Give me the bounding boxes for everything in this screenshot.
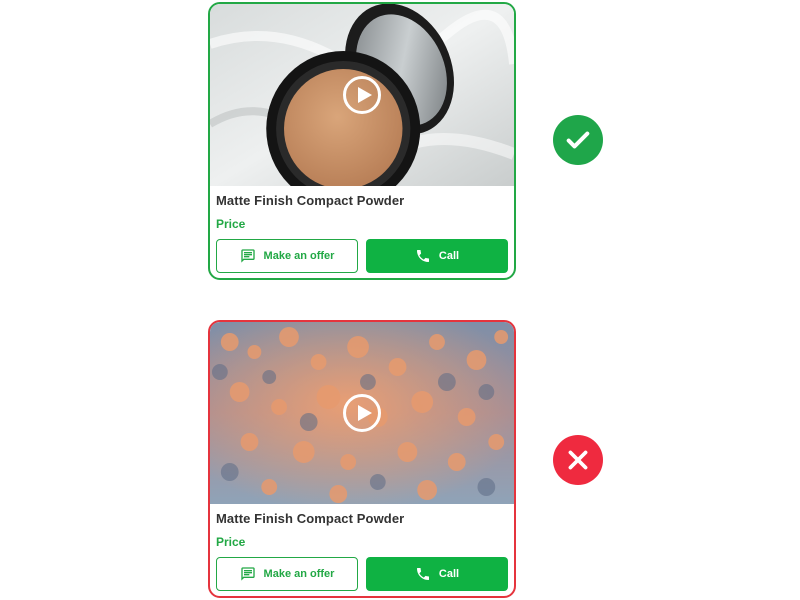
make-offer-button[interactable]: Make an offer [216, 557, 359, 591]
product-title: Matte Finish Compact Powder [216, 511, 405, 526]
make-offer-button[interactable]: Make an offer [216, 239, 359, 273]
play-icon[interactable] [343, 76, 381, 114]
cross-icon [553, 435, 603, 485]
call-button[interactable]: Call [366, 239, 508, 273]
phone-icon [415, 248, 431, 264]
price-label: Price [216, 217, 246, 231]
product-video-thumbnail[interactable] [210, 4, 514, 186]
product-video-thumbnail[interactable] [210, 322, 514, 504]
call-label: Call [438, 250, 460, 262]
call-label: Call [438, 568, 460, 580]
product-title: Matte Finish Compact Powder [216, 193, 405, 208]
make-offer-label: Make an offer [263, 568, 335, 580]
make-offer-label: Make an offer [263, 250, 335, 262]
play-icon[interactable] [343, 394, 381, 432]
check-icon [553, 115, 603, 165]
product-card-incorrect[interactable]: Matte Finish Compact Powder Price Make a… [208, 320, 516, 598]
message-icon [240, 248, 256, 264]
price-label: Price [216, 535, 246, 549]
call-button[interactable]: Call [366, 557, 508, 591]
product-card-correct[interactable]: Matte Finish Compact Powder Price Make a… [208, 2, 516, 280]
phone-icon [415, 566, 431, 582]
message-icon [240, 566, 256, 582]
